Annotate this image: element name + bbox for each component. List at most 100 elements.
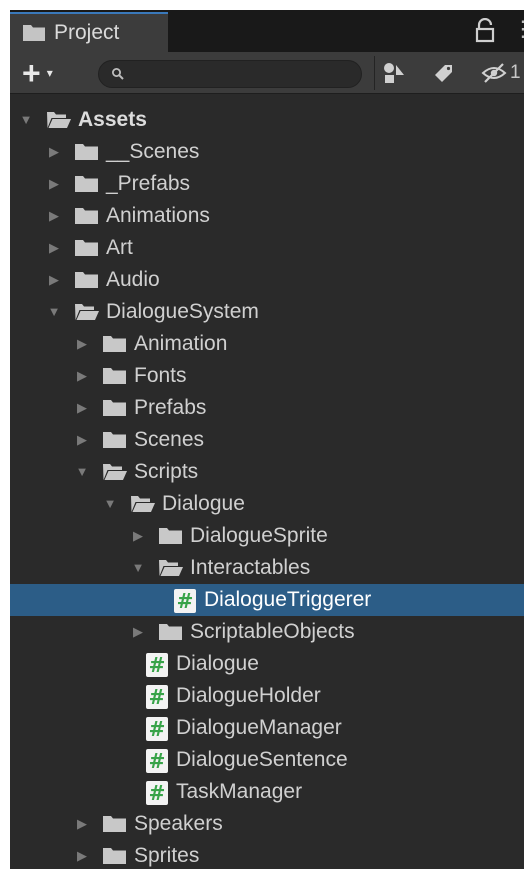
tab-label: Project xyxy=(54,21,120,44)
tree-item-label: DialogueHolder xyxy=(176,684,321,707)
expand-arrow-closed-icon[interactable]: ▶ xyxy=(46,232,62,264)
tree-folder-row[interactable]: ▼ Dialogue xyxy=(10,488,524,520)
csharp-script-icon: # xyxy=(146,653,168,677)
folder-icon xyxy=(75,208,98,224)
tree-item-label: Art xyxy=(106,236,133,259)
tree-folder-row[interactable]: ▶ Audio xyxy=(10,264,524,296)
tree-item-label: Prefabs xyxy=(134,396,207,419)
folder-icon xyxy=(75,176,98,192)
tree-item-label: Animations xyxy=(106,204,210,227)
folder-icon xyxy=(103,432,126,448)
plus-icon: + xyxy=(22,55,41,91)
more-options-icon[interactable]: ⋮ xyxy=(512,18,524,40)
project-window: Project ⋮ + ▾ 1 ▼ Assets ▶ __Scenes ▶ _P… xyxy=(10,10,524,869)
tree-folder-row[interactable]: ▶ ScriptableObjects xyxy=(10,616,524,648)
tree-folder-row[interactable]: ▶ Sprites xyxy=(10,840,524,869)
tree-item-label: Scenes xyxy=(134,428,205,451)
folder-icon xyxy=(103,336,126,352)
folder-open-icon xyxy=(47,112,71,128)
tree-script-row[interactable]: # DialogueSentence xyxy=(10,744,524,776)
expand-arrow-closed-icon[interactable]: ▶ xyxy=(74,840,90,869)
expand-arrow-open-icon[interactable]: ▼ xyxy=(130,552,146,584)
tree-item-label: DialogueSprite xyxy=(190,524,328,547)
tree-item-label: Fonts xyxy=(134,364,187,387)
tree-folder-row[interactable]: ▶ Animation xyxy=(10,328,524,360)
tree-folder-row[interactable]: ▶ Art xyxy=(10,232,524,264)
tree-item-label: DialogueSentence xyxy=(176,748,348,771)
folder-open-icon xyxy=(75,304,99,320)
filter-by-type-icon[interactable] xyxy=(380,60,408,86)
expand-arrow-closed-icon[interactable]: ▶ xyxy=(46,264,62,296)
tree-script-row[interactable]: # DialogueTriggerer xyxy=(10,584,524,616)
expand-arrow-closed-icon[interactable]: ▶ xyxy=(74,360,90,392)
folder-icon xyxy=(159,528,182,544)
folder-open-icon xyxy=(159,560,183,576)
tree-folder-row[interactable]: ▶ _Prefabs xyxy=(10,168,524,200)
expand-arrow-closed-icon[interactable]: ▶ xyxy=(46,200,62,232)
hidden-packages-count: 1 xyxy=(510,62,521,83)
tree-folder-row[interactable]: ▼ Interactables xyxy=(10,552,524,584)
tree-item-label: ScriptableObjects xyxy=(190,620,355,643)
tree-folder-row[interactable]: ▶ Prefabs xyxy=(10,392,524,424)
tree-item-label: DialogueManager xyxy=(176,716,342,739)
folder-icon xyxy=(103,848,126,864)
folder-icon xyxy=(75,240,98,256)
toolbar: + ▾ xyxy=(10,52,524,94)
tree-item-label: Scripts xyxy=(134,460,199,483)
expand-arrow-open-icon[interactable]: ▼ xyxy=(102,488,118,520)
folder-icon xyxy=(159,624,182,640)
tree-item-label: DialogueTriggerer xyxy=(204,588,372,611)
tree-folder-row[interactable]: ▶ DialogueSprite xyxy=(10,520,524,552)
search-icon xyxy=(112,68,124,80)
tree-item-label: __Scenes xyxy=(106,140,200,163)
tree-script-row[interactable]: # DialogueHolder xyxy=(10,680,524,712)
expand-arrow-open-icon[interactable]: ▼ xyxy=(74,456,90,488)
tree-folder-row[interactable]: ▶ Animations xyxy=(10,200,524,232)
filter-by-label-icon[interactable] xyxy=(430,60,458,86)
tree-folder-row[interactable]: ▶ Fonts xyxy=(10,360,524,392)
tree-folder-row[interactable]: ▼ Assets xyxy=(10,104,524,136)
tree-item-label: DialogueSystem xyxy=(106,300,259,323)
expand-arrow-closed-icon[interactable]: ▶ xyxy=(46,136,62,168)
toolbar-separator xyxy=(374,56,375,90)
expand-arrow-closed-icon[interactable]: ▶ xyxy=(130,616,146,648)
csharp-script-icon: # xyxy=(146,685,168,709)
folder-icon xyxy=(103,368,126,384)
lock-icon[interactable] xyxy=(472,18,498,44)
expand-arrow-closed-icon[interactable]: ▶ xyxy=(74,808,90,840)
tree-folder-row[interactable]: ▶ Speakers xyxy=(10,808,524,840)
expand-arrow-closed-icon[interactable]: ▶ xyxy=(74,328,90,360)
caret-down-icon: ▾ xyxy=(46,66,53,80)
folder-icon xyxy=(103,816,126,832)
tree-item-label: Dialogue xyxy=(176,652,259,675)
expand-arrow-open-icon[interactable]: ▼ xyxy=(18,104,34,136)
tree-folder-row[interactable]: ▶ __Scenes xyxy=(10,136,524,168)
tree-folder-row[interactable]: ▼ Scripts xyxy=(10,456,524,488)
tree-script-row[interactable]: # Dialogue xyxy=(10,648,524,680)
csharp-script-icon: # xyxy=(146,749,168,773)
tree-item-label: Speakers xyxy=(134,812,223,835)
tree-item-label: Sprites xyxy=(134,844,200,867)
eye-slash-icon[interactable] xyxy=(480,60,508,86)
expand-arrow-closed-icon[interactable]: ▶ xyxy=(46,168,62,200)
expand-arrow-closed-icon[interactable]: ▶ xyxy=(74,392,90,424)
folder-icon xyxy=(75,144,98,160)
tab-bar: Project ⋮ xyxy=(10,10,524,52)
tree-folder-row[interactable]: ▶ Scenes xyxy=(10,424,524,456)
tree-script-row[interactable]: # DialogueManager xyxy=(10,712,524,744)
folder-open-icon xyxy=(131,496,155,512)
expand-arrow-closed-icon[interactable]: ▶ xyxy=(130,520,146,552)
csharp-script-icon: # xyxy=(174,589,196,613)
tree-script-row[interactable]: # TaskManager xyxy=(10,776,524,808)
tree-folder-row[interactable]: ▼ DialogueSystem xyxy=(10,296,524,328)
folder-icon xyxy=(23,25,45,41)
search-input[interactable] xyxy=(98,60,362,88)
folder-open-icon xyxy=(103,464,127,480)
expand-arrow-closed-icon[interactable]: ▶ xyxy=(74,424,90,456)
tab-project[interactable]: Project xyxy=(10,12,168,52)
create-button[interactable]: + ▾ xyxy=(22,55,72,91)
folder-icon xyxy=(75,272,98,288)
tree-item-label: Dialogue xyxy=(162,492,245,515)
tree-item-label: Interactables xyxy=(190,556,311,579)
expand-arrow-open-icon[interactable]: ▼ xyxy=(46,296,62,328)
